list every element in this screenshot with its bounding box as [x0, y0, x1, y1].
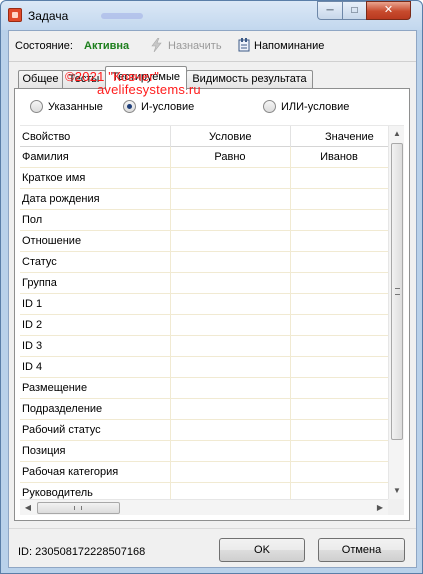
column-header-condition[interactable]: Условие	[209, 131, 252, 143]
table-row[interactable]: Группа	[20, 273, 388, 294]
cell-value[interactable]: Иванов	[290, 151, 388, 163]
tab-general[interactable]: Общее	[18, 70, 63, 89]
watermark-line2: avelifesystems.ru	[97, 82, 201, 97]
vertical-scroll-thumb[interactable]	[391, 143, 403, 440]
radio-or-condition-circle	[263, 100, 276, 113]
status-bar: Состояние: Активна Назначить Напоминание	[9, 31, 416, 61]
cell-property: Группа	[22, 277, 57, 289]
radio-and-condition-label: И-условие	[141, 101, 195, 113]
table-row[interactable]: Размещение	[20, 378, 388, 399]
status-label: Состояние:	[15, 40, 73, 52]
close-button[interactable]: ✕	[366, 1, 411, 20]
grid-header: Свойство Условие Значение	[20, 126, 388, 147]
window-title: Задача	[28, 9, 69, 23]
assign-label: Назначить	[168, 40, 222, 52]
app-icon	[8, 8, 22, 22]
table-row[interactable]: Позиция	[20, 441, 388, 462]
table-row[interactable]: Отношение	[20, 231, 388, 252]
table-row[interactable]: Краткое имя	[20, 168, 388, 189]
table-row[interactable]: ID 2	[20, 315, 388, 336]
radio-and-condition-circle	[123, 100, 136, 113]
cell-condition[interactable]: Равно	[170, 151, 290, 163]
column-header-value[interactable]: Значение	[325, 131, 374, 143]
tested-panel: Указанные И-условие ИЛИ-условие Свойство…	[14, 88, 410, 521]
table-row[interactable]: ID 1	[20, 294, 388, 315]
title-smear	[101, 13, 143, 19]
footer-separator	[9, 528, 416, 529]
horizontal-scroll-thumb[interactable]	[37, 502, 120, 514]
table-row[interactable]: Рабочий статус	[20, 420, 388, 441]
table-row[interactable]: Подразделение	[20, 399, 388, 420]
cell-property: Краткое имя	[22, 172, 86, 184]
cell-property: ID 1	[22, 298, 43, 310]
task-window: Задача ─ □ ✕ Состояние: Активна Назначит…	[0, 0, 423, 574]
radio-or-condition-label: ИЛИ-условие	[281, 101, 350, 113]
radio-specified-label: Указанные	[48, 101, 103, 113]
cell-property: ID 3	[22, 340, 43, 352]
reminder-note-icon	[238, 38, 250, 52]
table-row[interactable]: Дата рождения	[20, 189, 388, 210]
minimize-button[interactable]: ─	[317, 1, 343, 20]
cell-property: ID 4	[22, 361, 43, 373]
lightning-icon	[151, 38, 162, 52]
ok-button[interactable]: OK	[219, 538, 305, 562]
task-id-label: ID: 230508172228507168	[18, 546, 146, 558]
cell-property: Позиция	[22, 445, 66, 457]
criteria-grid: Свойство Условие Значение Фамилия Равно Ив…	[20, 125, 404, 515]
table-row[interactable]: Фамилия Равно Иванов	[20, 147, 388, 168]
scroll-left-arrow-icon[interactable]: ◀	[20, 500, 36, 515]
table-row[interactable]: ID 3	[20, 336, 388, 357]
cell-property: Руководитель	[22, 487, 93, 499]
cell-property: Отношение	[22, 235, 82, 247]
column-header-property[interactable]: Свойство	[22, 131, 70, 143]
cell-property: Пол	[22, 214, 43, 226]
cell-property: Статус	[22, 256, 57, 268]
scroll-corner	[388, 499, 404, 515]
table-row[interactable]: Статус	[20, 252, 388, 273]
cell-property: Размещение	[22, 382, 88, 394]
header-divider[interactable]	[290, 126, 291, 147]
dialog-client: Состояние: Активна Назначить Напоминание	[8, 30, 417, 568]
cell-property: Рабочая категория	[22, 466, 119, 478]
table-row[interactable]: ID 4	[20, 357, 388, 378]
status-value: Активна	[84, 40, 130, 52]
scroll-up-arrow-icon[interactable]: ▲	[389, 126, 404, 142]
cell-property: Рабочий статус	[22, 424, 101, 436]
reminder-label: Напоминание	[254, 40, 325, 52]
header-divider[interactable]	[170, 126, 171, 147]
cell-property: Дата рождения	[22, 193, 100, 205]
radio-specified-circle	[30, 100, 43, 113]
title-bar[interactable]: Задача ─ □ ✕	[1, 1, 422, 30]
cell-property: Фамилия	[22, 151, 69, 163]
cell-property: ID 2	[22, 319, 43, 331]
status-separator	[9, 61, 416, 62]
scroll-down-arrow-icon[interactable]: ▼	[389, 483, 404, 499]
vertical-scrollbar[interactable]: ▲ ▼	[388, 126, 404, 499]
scroll-right-arrow-icon[interactable]: ▶	[372, 500, 388, 515]
cancel-button[interactable]: Отмена	[318, 538, 405, 562]
grid-body: Фамилия Равно Иванов Краткое имя Дата рожден…	[20, 147, 388, 504]
tab-result-visibility[interactable]: Видимость результата	[186, 70, 313, 89]
horizontal-scrollbar[interactable]: ◀ ▶	[20, 499, 388, 515]
maximize-button[interactable]: □	[342, 1, 367, 20]
table-row[interactable]: Пол	[20, 210, 388, 231]
cell-property: Подразделение	[22, 403, 103, 415]
table-row[interactable]: Рабочая категория	[20, 462, 388, 483]
